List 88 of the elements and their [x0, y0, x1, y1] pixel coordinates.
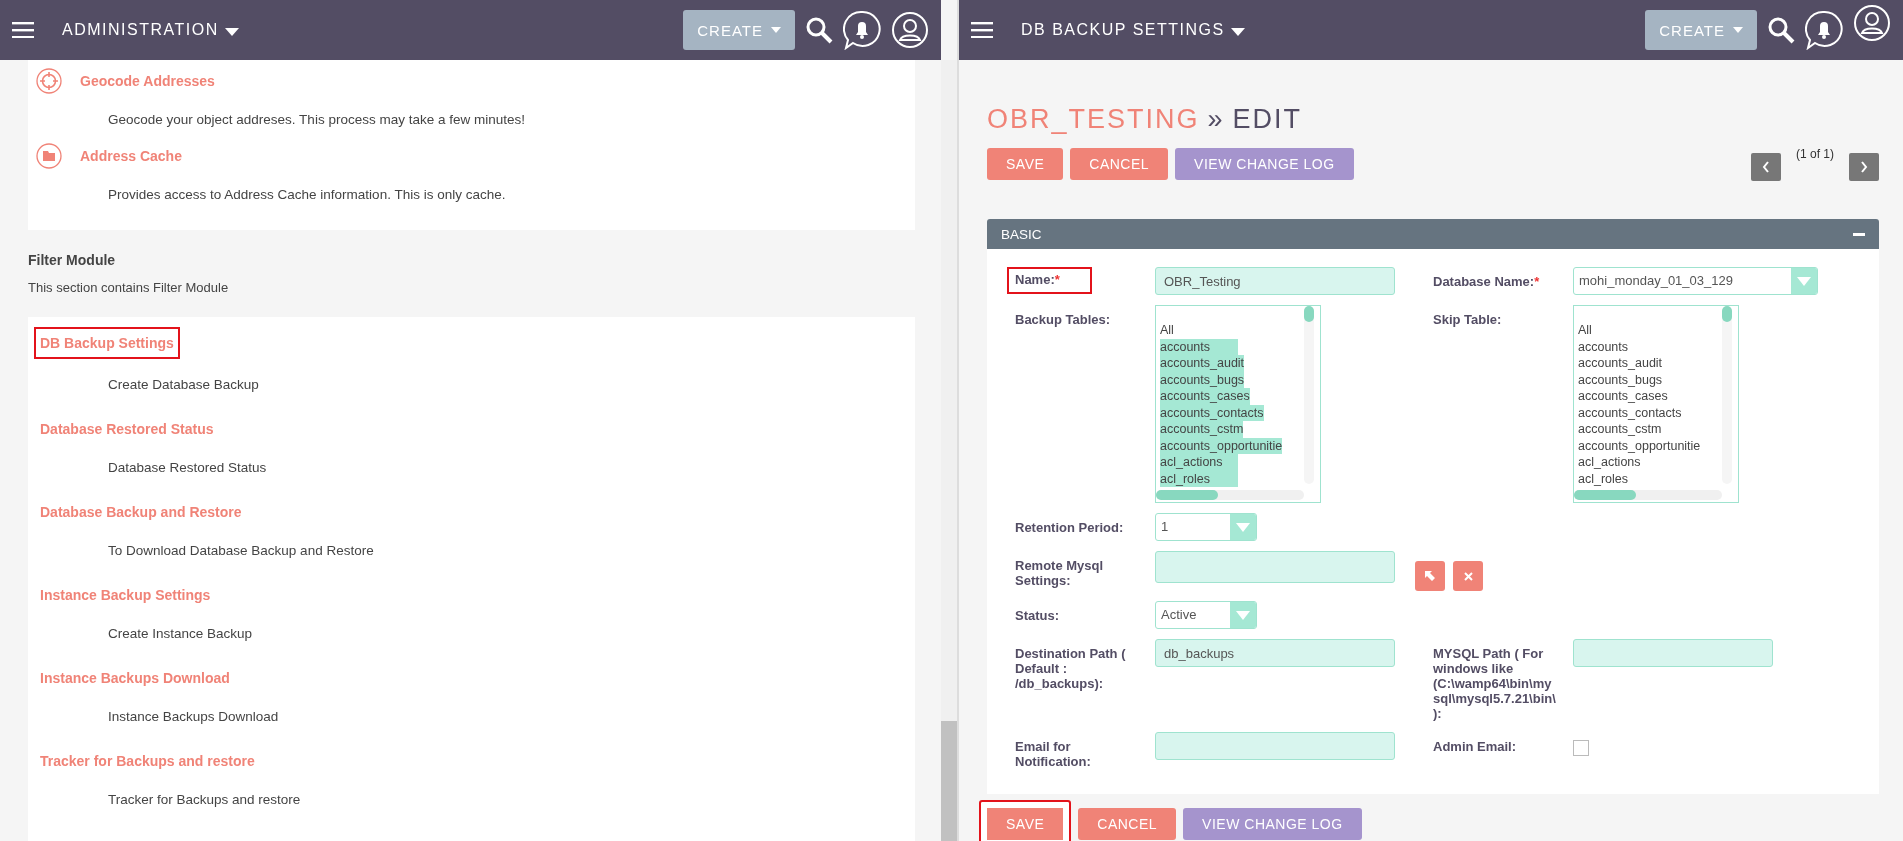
caret-icon[interactable] — [1230, 28, 1245, 36]
select-button[interactable] — [1415, 561, 1445, 591]
scrollbar[interactable] — [1156, 490, 1304, 500]
module-title[interactable]: ADMINISTRATION — [62, 21, 219, 39]
next-button[interactable] — [1849, 153, 1879, 181]
admin-link-description: Geocode your object addreses. This process may take a few minutes! — [107, 111, 526, 127]
list-option[interactable]: acl_roles — [1578, 470, 1629, 487]
list-option[interactable]: All — [1578, 322, 1592, 339]
record-name: OBR_TESTING — [987, 104, 1200, 135]
cursor-arrow-icon — [1424, 570, 1436, 582]
checkbox[interactable] — [1573, 739, 1589, 756]
notification-bell-icon[interactable] — [843, 10, 881, 50]
list-option[interactable]: accounts — [1578, 338, 1629, 355]
crosshair-icon — [36, 68, 62, 94]
field-label: Admin Email: — [1433, 737, 1518, 755]
text-field[interactable]: OBR_Testing — [1155, 267, 1395, 295]
menu-icon[interactable] — [971, 22, 993, 38]
previous-button[interactable] — [1751, 153, 1781, 181]
field-label: Email for Notification: — [1015, 737, 1092, 770]
scrollbar[interactable] — [1722, 306, 1732, 484]
list-option[interactable]: accounts_audit — [1160, 355, 1245, 372]
user-avatar-icon[interactable] — [891, 11, 929, 49]
field-label: Database Name:* — [1433, 273, 1541, 290]
field-label: Status: — [1015, 607, 1061, 624]
admin-link-description: To Download Database Backup and Restore — [107, 542, 375, 558]
folder-icon — [36, 143, 62, 169]
pagination-text: (1 of 1) — [1796, 147, 1834, 161]
notification-bell-icon[interactable] — [1805, 10, 1843, 50]
admin-link-description: Database Restored Status — [107, 459, 268, 475]
dropdown-field[interactable]: Active — [1155, 601, 1257, 629]
collapse-icon[interactable] — [1853, 232, 1865, 236]
list-option[interactable]: accounts_contacts — [1578, 404, 1682, 421]
multi-select-list[interactable]: All accounts accounts_audit accounts_bugs accounts_cases accounts_contacts accounts_cstm accounts_opportunitie acl_actions acl_roles — [1573, 305, 1739, 503]
dropdown-field[interactable]: 1 — [1155, 513, 1257, 541]
list-option[interactable]: accounts_cstm — [1578, 421, 1662, 438]
field-label: MYSQL Path ( For windows like (C:\wamp64\bin\mysql\mysql5.7.21\bin\): — [1433, 645, 1557, 722]
caret-icon — [771, 27, 781, 33]
list-option[interactable]: accounts_cases — [1578, 388, 1668, 405]
section-title: Filter Module — [28, 252, 117, 268]
list-option[interactable]: accounts_cstm — [1160, 421, 1244, 438]
chevron-left-icon — [1762, 161, 1770, 173]
text-field[interactable] — [1155, 551, 1395, 583]
list-option[interactable]: acl_actions — [1160, 454, 1238, 471]
list-option[interactable]: acl_actions — [1578, 454, 1641, 471]
menu-icon[interactable] — [12, 22, 34, 38]
field-label: Backup Tables: — [1015, 311, 1112, 328]
admin-link-description: Tracker for Backups and restore — [107, 791, 302, 807]
text-field[interactable] — [1573, 639, 1773, 667]
caret-icon — [1797, 276, 1811, 286]
list-option[interactable]: accounts_opportunitie — [1160, 437, 1283, 454]
close-icon — [1463, 571, 1473, 581]
field-label: Name:* — [1007, 267, 1092, 294]
chevron-right-icon — [1860, 161, 1868, 173]
field-label: Destination Path ( Default : /db_backups): — [1015, 645, 1127, 692]
text-field[interactable]: db_backups — [1155, 639, 1395, 667]
scrollbar[interactable] — [941, 60, 957, 841]
section-description: This section contains Filter Module — [28, 280, 230, 295]
caret-icon[interactable] — [224, 28, 239, 36]
admin-link-description: Create Database Backup — [107, 376, 260, 392]
panel-title: BASIC — [1001, 226, 1042, 242]
field-label: Remote Mysql Settings: — [1015, 557, 1105, 589]
admin-link-description: Create Instance Backup — [107, 625, 254, 641]
panel-header[interactable]: BASIC — [987, 219, 1879, 249]
caret-icon — [1236, 522, 1250, 532]
breadcrumb-separator: » — [1207, 104, 1225, 135]
list-option[interactable]: accounts_cases — [1160, 388, 1250, 405]
admin-link-description: Provides access to Address Cache information. This is only cache. — [107, 186, 507, 202]
scrollbar[interactable] — [1304, 306, 1314, 484]
scrollbar[interactable] — [1574, 490, 1722, 500]
caret-icon — [1236, 610, 1250, 620]
field-label: Retention Period: — [1015, 519, 1125, 536]
clear-button[interactable] — [1453, 561, 1483, 591]
list-option[interactable]: accounts_bugs — [1578, 371, 1663, 388]
dropdown-field[interactable]: mohi_monday_01_03_129 — [1573, 267, 1818, 295]
page-action: EDIT — [1232, 104, 1303, 135]
search-icon[interactable] — [805, 16, 833, 44]
list-option[interactable]: accounts_audit — [1578, 355, 1663, 372]
admin-link-description: Instance Backups Download — [107, 708, 280, 724]
text-field[interactable] — [1155, 731, 1395, 760]
caret-icon — [1733, 27, 1743, 33]
field-label: Skip Table: — [1433, 311, 1503, 328]
multi-select-list[interactable]: All accounts accounts_audit accounts_bugs accounts_cases accounts_contacts accounts_cstm accounts_opportunitie acl_actions acl_roles — [1155, 305, 1321, 503]
list-option[interactable]: All — [1160, 322, 1174, 339]
list-option[interactable]: accounts_opportunitie — [1578, 437, 1701, 454]
module-title[interactable]: DB BACKUP SETTINGS — [1021, 21, 1225, 39]
search-icon[interactable] — [1767, 16, 1795, 44]
user-avatar-icon[interactable] — [1853, 4, 1891, 42]
list-option[interactable]: accounts — [1160, 338, 1238, 355]
